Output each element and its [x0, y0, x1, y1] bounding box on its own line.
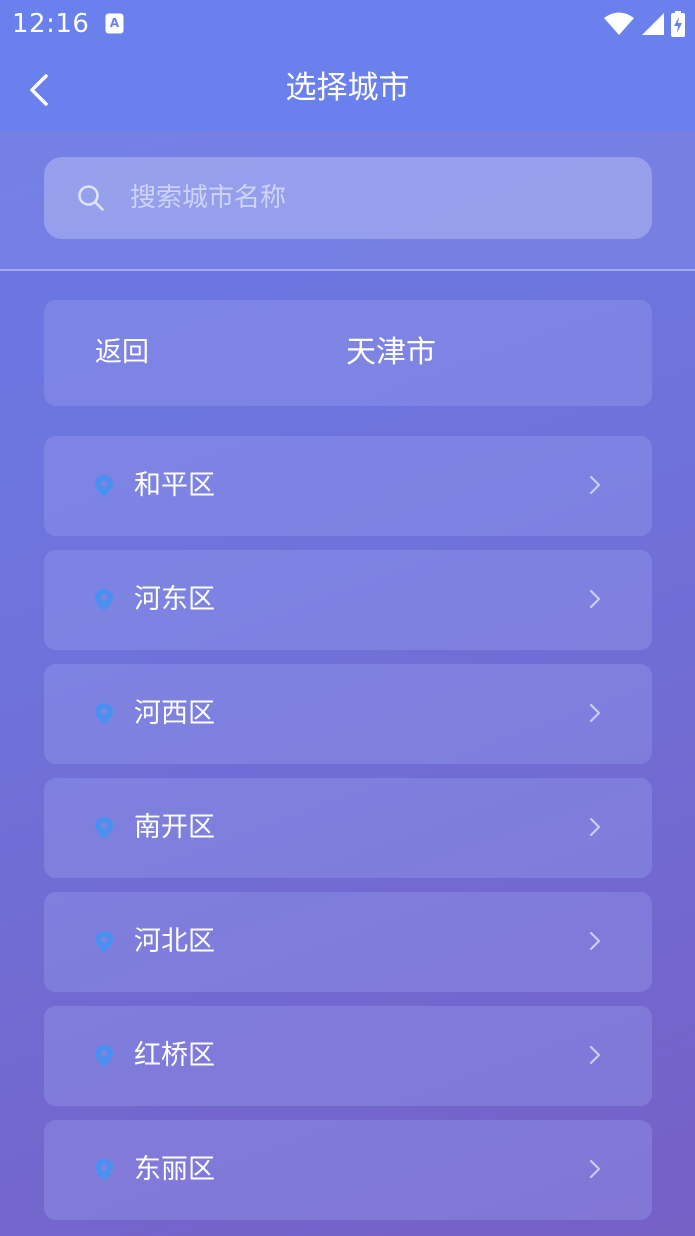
cell-signal-icon [642, 13, 664, 35]
location-pin-icon [95, 703, 113, 725]
current-city-card: 返回 天津市 [44, 300, 652, 406]
search-input[interactable] [128, 182, 652, 214]
district-label: 南开区 [134, 812, 215, 843]
location-pin-icon [95, 1159, 113, 1181]
status-bar: 12:16 A [0, 0, 695, 48]
chevron-right-icon [589, 931, 601, 951]
district-item[interactable]: 和平区 [44, 436, 652, 536]
wifi-icon [604, 12, 634, 35]
chevron-right-icon [589, 1159, 601, 1179]
district-item[interactable]: 南开区 [44, 778, 652, 878]
search-box[interactable] [44, 157, 652, 239]
location-pin-icon [95, 931, 113, 953]
district-label: 和平区 [134, 470, 215, 501]
district-item[interactable]: 东丽区 [44, 1120, 652, 1220]
district-label: 东丽区 [134, 1154, 215, 1185]
app-header: 选择城市 [0, 48, 695, 131]
return-button[interactable]: 返回 [95, 335, 149, 371]
district-label: 河西区 [134, 698, 215, 729]
page-title: 选择城市 [285, 70, 410, 106]
district-item[interactable]: 河北区 [44, 892, 652, 992]
search-icon [78, 185, 104, 211]
notification-a-icon: A [105, 13, 124, 34]
battery-charging-icon [671, 11, 685, 37]
chevron-right-icon [589, 1045, 601, 1065]
status-icons [603, 10, 685, 38]
district-label: 河北区 [134, 926, 215, 957]
location-pin-icon [95, 475, 113, 497]
chevron-right-icon [589, 817, 601, 837]
svg-text:A: A [110, 16, 120, 30]
location-pin-icon [95, 589, 113, 611]
status-time: 12:16 [12, 9, 90, 39]
district-list: 和平区 河东区 河西区 南开区 河北区 红桥区 东丽区 [44, 436, 652, 1234]
search-section [0, 131, 695, 271]
district-label: 河东区 [134, 584, 215, 615]
current-city-name: 天津市 [346, 335, 436, 370]
district-label: 红桥区 [134, 1040, 215, 1071]
location-pin-icon [95, 1045, 113, 1067]
chevron-right-icon [589, 589, 601, 609]
chevron-right-icon [589, 703, 601, 723]
district-item[interactable]: 河西区 [44, 664, 652, 764]
district-item[interactable]: 红桥区 [44, 1006, 652, 1106]
district-item[interactable]: 河东区 [44, 550, 652, 650]
chevron-right-icon [589, 475, 601, 495]
location-pin-icon [95, 817, 113, 839]
